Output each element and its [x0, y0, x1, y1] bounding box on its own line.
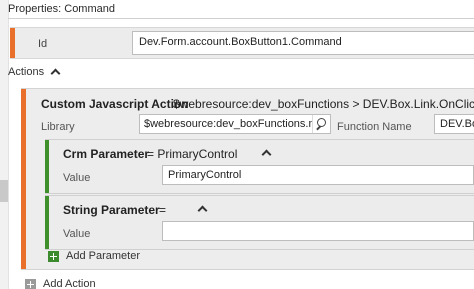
id-row: Id Dev.Form.account.BoxButton1.Command: [10, 27, 474, 59]
parameter-summary: =: [159, 203, 167, 217]
action-card: Custom Javascript Action $webresource:de…: [21, 88, 474, 270]
parameter-type: Crm Parameter: [63, 147, 150, 161]
function-name-input[interactable]: DEV.Bo: [434, 114, 474, 134]
plus-icon: [48, 250, 59, 262]
divider: [8, 18, 474, 19]
accent-bar: [45, 196, 49, 249]
actions-header[interactable]: Actions: [8, 66, 60, 78]
action-target: $webresource:dev_boxFunctions > DEV.Box.…: [173, 97, 474, 111]
search-icon[interactable]: [312, 115, 330, 133]
parameter-value-input[interactable]: [162, 221, 474, 241]
add-action-label: Add Action: [43, 278, 96, 289]
chevron-up-icon[interactable]: [197, 204, 207, 214]
plus-icon: [25, 278, 36, 289]
chevron-up-icon[interactable]: [50, 67, 60, 77]
accent-bar: [21, 89, 26, 269]
id-label: Id: [38, 38, 48, 50]
parameter-value-label: Value: [63, 228, 91, 240]
parameter-card-crm: Crm Parameter = PrimaryControl Value Pri…: [45, 139, 474, 194]
parameter-type: String Parameter: [63, 203, 160, 217]
accent-bar: [10, 28, 15, 58]
chevron-up-icon[interactable]: [261, 148, 271, 158]
library-label: Library: [41, 121, 75, 133]
left-gutter: [0, 0, 9, 289]
parameter-summary: = PrimaryControl: [147, 147, 238, 161]
gutter-handle[interactable]: [0, 180, 8, 202]
action-type-label: Custom Javascript Action: [41, 97, 189, 111]
add-parameter-button[interactable]: Add Parameter: [48, 250, 140, 262]
parameter-value-input[interactable]: PrimaryControl: [162, 165, 474, 185]
id-input[interactable]: Dev.Form.account.BoxButton1.Command: [132, 31, 474, 55]
add-action-button[interactable]: Add Action: [25, 278, 96, 289]
parameter-value-label: Value: [63, 172, 91, 184]
actions-label: Actions: [8, 66, 45, 78]
accent-bar: [45, 140, 49, 193]
add-parameter-label: Add Parameter: [66, 250, 140, 262]
function-name-label: Function Name: [337, 121, 412, 133]
parameter-card-string: String Parameter = Value: [45, 195, 474, 250]
panel-title: Properties: Command: [8, 3, 115, 15]
library-input[interactable]: $webresource:dev_boxFunctions.min.: [139, 114, 331, 134]
